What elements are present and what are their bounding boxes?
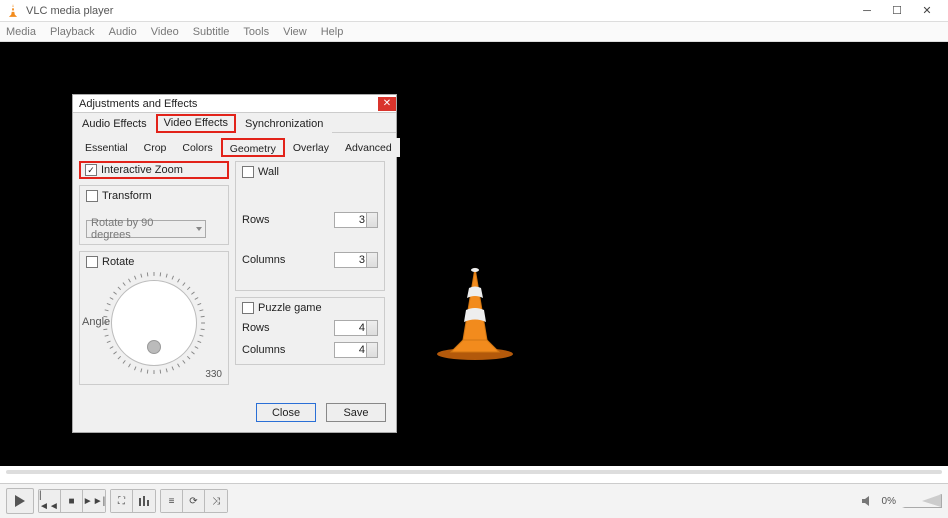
tab-geometry[interactable]: Geometry [221,138,285,157]
puzzle-checkbox[interactable] [242,302,254,314]
window-title: VLC media player [26,5,852,17]
volume-slider[interactable] [902,494,942,508]
adjustments-effects-dialog: Adjustments and Effects ✕ Audio Effects … [72,94,397,433]
puzzle-rows-spinner[interactable]: 4▲▼ [334,320,378,336]
wall-checkbox[interactable] [242,166,254,178]
menu-help[interactable]: Help [321,26,344,38]
puzzle-checkbox-row[interactable]: Puzzle game [242,302,378,314]
maximize-button[interactable]: ☐ [890,4,904,18]
tab-essential[interactable]: Essential [77,138,136,157]
menu-tools[interactable]: Tools [243,26,269,38]
video-area: Adjustments and Effects ✕ Audio Effects … [0,42,948,466]
dialog-title: Adjustments and Effects [79,98,378,110]
puzzle-cols-spinner[interactable]: 4▲▼ [334,342,378,358]
play-button[interactable] [6,488,34,514]
wall-rows-label: Rows [242,214,270,226]
ext-settings-button[interactable] [133,490,155,512]
tabs-level1: Audio Effects Video Effects Synchronizat… [73,113,396,133]
loop-button[interactable]: ⟳ [183,490,205,512]
tab-synchronization[interactable]: Synchronization [236,114,332,133]
close-button[interactable]: Close [256,403,316,422]
interactive-zoom-checkbox-row[interactable]: Interactive Zoom [79,161,229,179]
speaker-icon [862,495,876,507]
seek-bar[interactable] [0,466,948,478]
wall-checkbox-row[interactable]: Wall [242,166,378,178]
tab-audio-effects[interactable]: Audio Effects [73,114,156,133]
equalizer-icon [138,496,150,506]
menu-media[interactable]: Media [6,26,36,38]
tab-advanced[interactable]: Advanced [337,138,400,157]
rotate-label: Rotate [102,256,134,268]
player-controls: |◄◄ ■ ►►| ⛶ ≡ ⟳ ⤨ 0% [0,483,948,518]
menu-playback[interactable]: Playback [50,26,95,38]
transform-label: Transform [102,190,152,202]
tab-video-effects[interactable]: Video Effects [156,114,236,133]
dial-ticks [102,271,206,375]
fullscreen-button[interactable]: ⛶ [111,490,133,512]
close-window-button[interactable]: ✕ [920,4,934,18]
rotate-checkbox-row[interactable]: Rotate [86,256,222,268]
minimize-button[interactable]: ─ [860,4,874,18]
puzzle-group: Puzzle game Rows 4▲▼ Columns 4▲▼ [235,297,385,365]
dialog-close-button[interactable]: ✕ [378,97,396,111]
next-button[interactable]: ►►| [83,490,105,512]
rotate-degrees: 330 [205,369,222,380]
tab-crop[interactable]: Crop [136,138,175,157]
rotate-checkbox[interactable] [86,256,98,268]
puzzle-cols-label: Columns [242,344,285,356]
tabs-level2: Essential Crop Colors Geometry Overlay A… [77,137,392,157]
shuffle-button[interactable]: ⤨ [205,490,227,512]
puzzle-rows-label: Rows [242,322,270,334]
save-button[interactable]: Save [326,403,386,422]
menu-subtitle[interactable]: Subtitle [193,26,230,38]
transform-group: Transform Rotate by 90 degrees [79,185,229,245]
stop-button[interactable]: ■ [61,490,83,512]
interactive-zoom-checkbox[interactable] [85,164,97,176]
transform-dropdown[interactable]: Rotate by 90 degrees [86,220,206,238]
play-icon [15,495,25,507]
dial-knob[interactable] [147,340,161,354]
rotate-dial[interactable] [111,280,197,366]
volume-control[interactable]: 0% [862,494,942,508]
tab-colors[interactable]: Colors [174,138,220,157]
rotate-group: Rotate Angle 330 [79,251,229,385]
menu-video[interactable]: Video [151,26,179,38]
tab-overlay[interactable]: Overlay [285,138,337,157]
playlist-button[interactable]: ≡ [161,490,183,512]
dialog-titlebar[interactable]: Adjustments and Effects ✕ [73,95,396,113]
volume-percent: 0% [882,496,896,507]
wall-label: Wall [258,166,279,178]
menu-audio[interactable]: Audio [109,26,137,38]
wall-cols-spinner[interactable]: 3▲▼ [334,252,378,268]
window-titlebar: VLC media player ─ ☐ ✕ [0,0,948,22]
wall-group: Wall Rows 3▲▼ Columns 3▲▼ [235,161,385,291]
vlc-cone-icon [6,4,20,18]
prev-button[interactable]: |◄◄ [39,490,61,512]
transform-checkbox[interactable] [86,190,98,202]
transform-checkbox-row[interactable]: Transform [86,190,222,202]
menu-view[interactable]: View [283,26,307,38]
wall-rows-spinner[interactable]: 3▲▼ [334,212,378,228]
wall-cols-label: Columns [242,254,285,266]
puzzle-label: Puzzle game [258,302,322,314]
menubar: Media Playback Audio Video Subtitle Tool… [0,22,948,42]
interactive-zoom-label: Interactive Zoom [101,164,183,176]
vlc-logo-large [425,262,525,362]
seek-track[interactable] [6,470,942,474]
